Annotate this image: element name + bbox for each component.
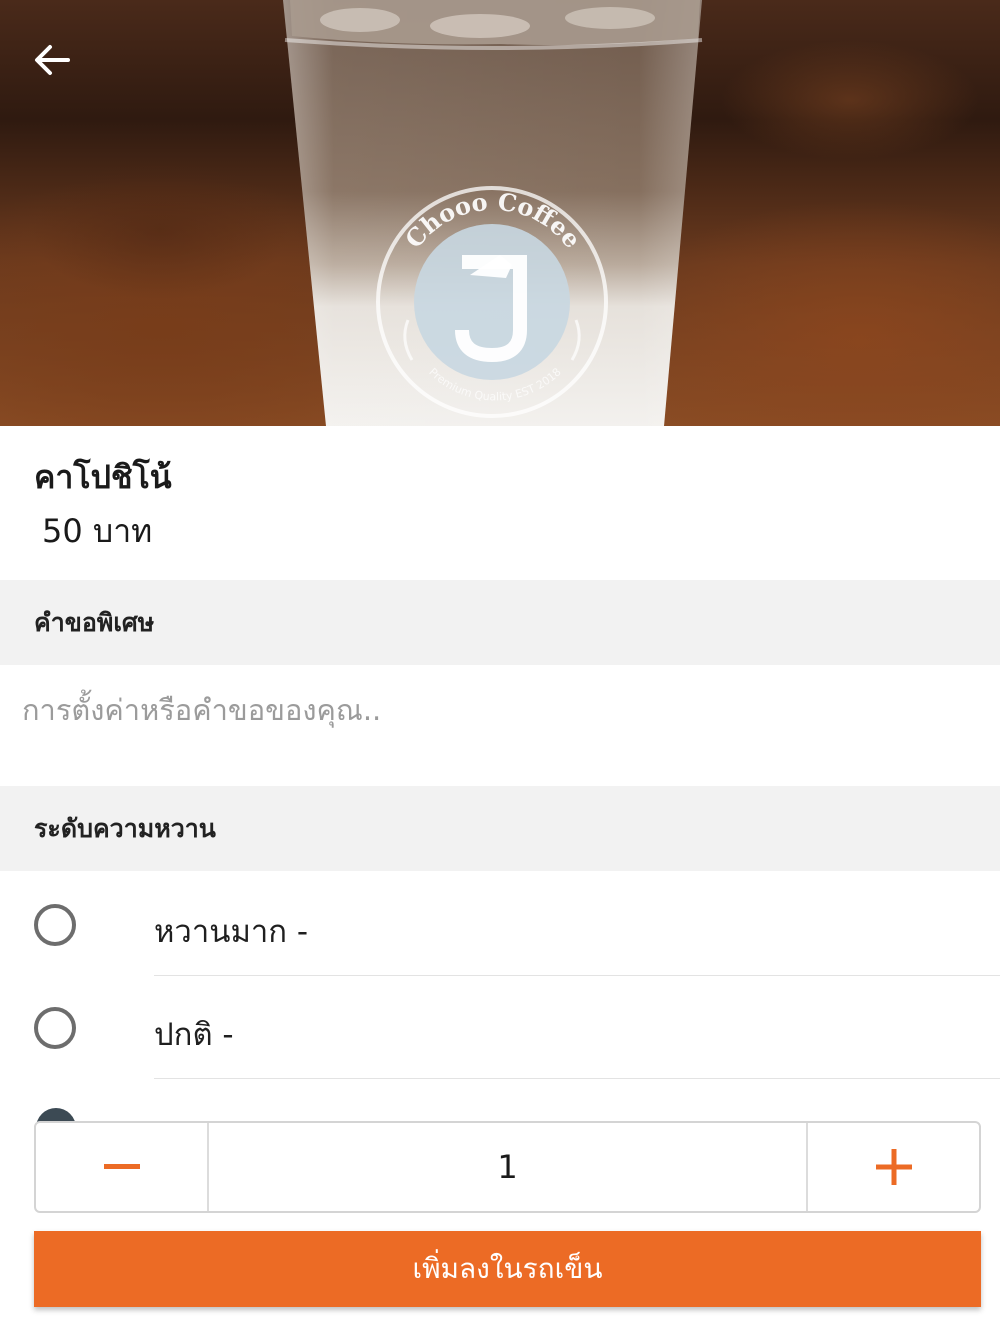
special-request-header: คำขอพิเศษ bbox=[0, 580, 1000, 665]
option-label: ปกติ - bbox=[154, 1017, 234, 1053]
plus-icon bbox=[875, 1149, 912, 1185]
divider bbox=[154, 975, 1000, 976]
coffee-cup-illustration: Chooo Coffee Premium Quality EST 2018 bbox=[283, 0, 703, 426]
divider bbox=[154, 1078, 1000, 1079]
product-name: คาโปชิโน้ bbox=[34, 458, 172, 496]
decrease-button[interactable] bbox=[36, 1123, 207, 1211]
sweetness-option-partial[interactable] bbox=[36, 1108, 76, 1122]
add-to-cart-button[interactable]: เพิ่มลงในรถเข็น bbox=[34, 1231, 981, 1307]
sweetness-header: ระดับความหวาน bbox=[0, 786, 1000, 871]
product-photo: Chooo Coffee Premium Quality EST 2018 bbox=[0, 0, 1000, 426]
quantity-stepper: 1 bbox=[34, 1121, 981, 1213]
quantity-value: 1 bbox=[207, 1123, 808, 1211]
product-price: 50 บาท bbox=[42, 512, 153, 550]
back-button[interactable] bbox=[22, 32, 82, 88]
increase-button[interactable] bbox=[808, 1123, 979, 1211]
sweetness-option-very-sweet[interactable]: หวานมาก - bbox=[0, 874, 1000, 976]
radio-button-selected[interactable] bbox=[36, 1108, 76, 1122]
option-label: หวานมาก - bbox=[154, 914, 309, 950]
sweetness-option-normal[interactable]: ปกติ - bbox=[0, 977, 1000, 1079]
radio-button[interactable] bbox=[34, 1007, 76, 1049]
special-request-input[interactable] bbox=[0, 665, 1000, 786]
arrow-left-icon bbox=[35, 45, 70, 75]
minus-icon bbox=[103, 1164, 140, 1169]
radio-button[interactable] bbox=[34, 904, 76, 946]
